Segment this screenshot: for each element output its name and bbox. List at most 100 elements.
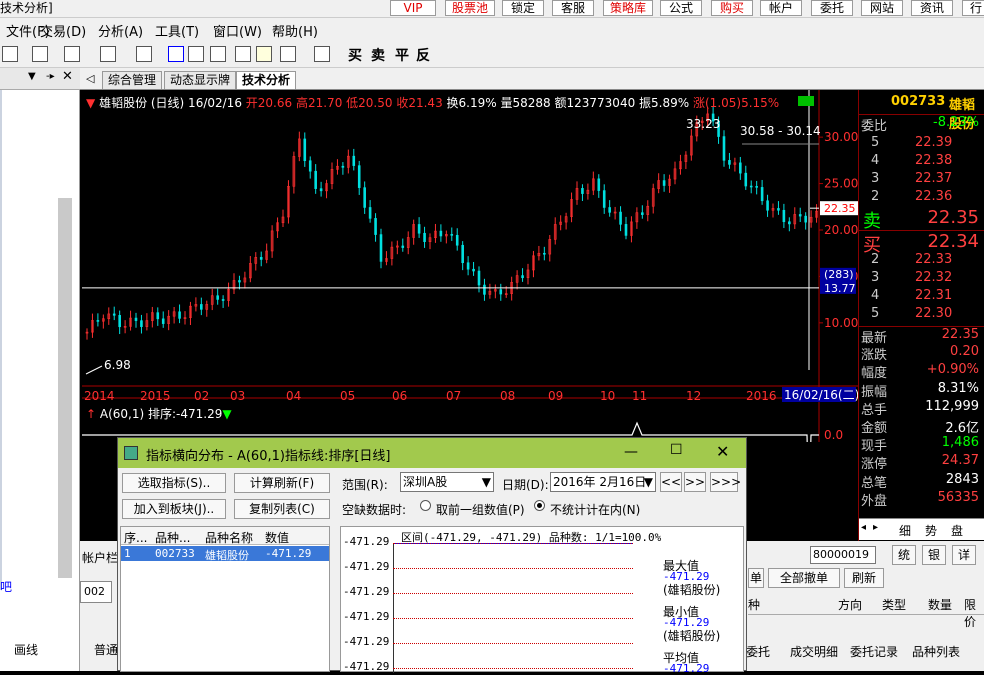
range-select[interactable]: 深圳A股 ▼ <box>400 472 494 492</box>
radio-exclude-label[interactable]: 不统计计在内(N) <box>550 501 640 518</box>
close-dialog-icon[interactable]: ✕ <box>716 442 729 461</box>
copy-icon[interactable] <box>235 46 251 62</box>
account-select[interactable]: 80000019 ▾ <box>810 546 876 577</box>
top-button-8[interactable]: 委托 <box>811 0 853 16</box>
col-code[interactable]: 品种... <box>155 529 190 546</box>
row-value: -471.29 <box>265 547 312 560</box>
quote-tab-prev-icon[interactable]: ◂ <box>861 522 866 533</box>
col-value[interactable]: 数值 <box>265 529 289 546</box>
next-page-button[interactable]: >> <box>684 472 706 492</box>
radio-prev-label[interactable]: 取前一组数值(P) <box>436 501 525 518</box>
pin-icon[interactable]: ▼ <box>28 71 36 82</box>
order-button[interactable]: 单 <box>748 568 764 588</box>
last-page-button[interactable]: >>> <box>710 472 741 492</box>
candle-body <box>728 160 731 165</box>
circle-icon[interactable] <box>136 46 152 62</box>
settings-icon[interactable] <box>314 46 330 62</box>
col-index[interactable]: 序... <box>124 529 147 546</box>
top-button-7[interactable]: 帐户 <box>760 0 802 16</box>
tab-dynamic-board[interactable]: 动态显示牌 <box>164 71 237 89</box>
rectangle-icon[interactable] <box>100 46 116 62</box>
webi-value: -8.23% <box>933 115 979 130</box>
drawline-tab[interactable]: 画线 <box>14 641 38 658</box>
left-link[interactable]: 吧 <box>0 578 12 595</box>
trade-type-tab[interactable]: 普通 <box>94 641 118 658</box>
date-picker[interactable]: 2016年 2月16日 ▼ <box>550 472 656 492</box>
sell-row: 2 22.36 <box>859 189 984 207</box>
menu-window[interactable]: 窗口(W) <box>213 21 262 40</box>
calc-refresh-button[interactable]: 计算刷新(F) <box>234 473 330 493</box>
pin2-icon[interactable]: -▸ <box>46 71 55 82</box>
bank-button[interactable]: 银 <box>922 545 946 565</box>
draw-line-icon[interactable] <box>2 46 18 62</box>
tab-overview[interactable]: 综合管理 <box>102 71 163 89</box>
left-code-field[interactable]: 002 <box>80 581 112 603</box>
menu-help[interactable]: 帮助(H) <box>272 21 318 40</box>
candle-body <box>619 211 622 225</box>
top-button-4[interactable]: 策略库 <box>603 0 653 16</box>
x-axis-label: 2015 <box>140 389 171 403</box>
radio-prev[interactable] <box>420 500 431 511</box>
fibonacci-icon[interactable] <box>32 46 48 62</box>
add-to-block-button[interactable]: 加入到板块(J).. <box>122 499 226 519</box>
top-button-10[interactable]: 资讯 <box>911 0 953 16</box>
top-button-11[interactable]: 行 <box>962 0 984 16</box>
menu-tools[interactable]: 工具(T) <box>155 21 199 40</box>
top-button-9[interactable]: 网站 <box>861 0 903 16</box>
prev-page-button[interactable]: << <box>660 472 682 492</box>
sell-label[interactable]: 卖 <box>371 45 385 65</box>
stat-row: 涨停 24.37 <box>859 453 984 472</box>
arrow-up-icon: ▼ <box>86 96 96 110</box>
sell-price: 22.38 <box>915 153 953 168</box>
buy1-row: 买 22.34 <box>859 230 984 256</box>
price-chart[interactable]: 30.0025.0020.0015.0010.0022.35(283)13.77… <box>82 90 858 442</box>
select-indicator-button[interactable]: 选取指标(S).. <box>122 473 226 493</box>
menu-trade[interactable]: 交易(D) <box>40 21 86 40</box>
candle-body <box>581 188 584 194</box>
avg-value: -471.29 <box>663 662 710 675</box>
maximize-icon[interactable]: ☐ <box>670 442 683 458</box>
buy-label[interactable]: 买 <box>348 45 362 65</box>
table-row[interactable]: 1 002733 雄韬股份 -471.29 <box>121 546 329 562</box>
grid-icon[interactable] <box>280 46 296 62</box>
window-icon[interactable] <box>256 46 272 62</box>
close-price: 收21.43 <box>396 96 443 110</box>
top-button-3[interactable]: 客服 <box>552 0 594 16</box>
top-button-5[interactable]: 公式 <box>660 0 702 16</box>
tab-scroll-left-icon[interactable]: ◁ <box>86 72 94 85</box>
tab-detail[interactable]: 细 <box>899 522 911 539</box>
radio-exclude[interactable] <box>534 500 545 511</box>
refresh-button[interactable]: 刷新 <box>844 568 884 588</box>
cancel-all-button[interactable]: 全部撤单 <box>768 568 840 588</box>
top-button-2[interactable]: 锁定 <box>502 0 544 16</box>
tab-orders[interactable]: 委托 <box>746 643 770 660</box>
close-icon[interactable]: ✕ <box>62 69 73 84</box>
top-button-1[interactable]: 股票池 <box>445 0 495 16</box>
reverse-label[interactable]: 反 <box>416 45 430 65</box>
tab-fills[interactable]: 成交明细 <box>790 643 838 660</box>
top-button-0[interactable]: VIP <box>390 0 436 16</box>
text-icon[interactable] <box>168 46 184 62</box>
close-position-label[interactable]: 平 <box>395 45 409 65</box>
menu-analysis[interactable]: 分析(A) <box>98 21 143 40</box>
tab-order-log[interactable]: 委托记录 <box>850 643 898 660</box>
tab-symbol-list[interactable]: 品种列表 <box>912 643 960 660</box>
quote-tab-next-icon[interactable]: ▸ <box>873 522 878 533</box>
tab-board[interactable]: 盘 <box>951 522 963 539</box>
copy-list-button[interactable]: 复制列表(C) <box>234 499 330 519</box>
stat-button[interactable]: 统 <box>892 545 916 565</box>
detail-button[interactable]: 详 <box>952 545 976 565</box>
left-scrollbar[interactable] <box>58 198 72 578</box>
x-axis-label: 05 <box>340 389 355 403</box>
candle-body <box>112 313 116 316</box>
delete-icon[interactable] <box>210 46 226 62</box>
image-icon[interactable] <box>188 46 204 62</box>
shape-icon[interactable] <box>64 46 80 62</box>
plot-gridline <box>393 618 633 619</box>
col-name[interactable]: 品种名称 <box>205 529 253 546</box>
plot-y-label: -471.29 <box>343 560 390 573</box>
tab-trend[interactable]: 势 <box>925 522 937 539</box>
tab-technical[interactable]: 技术分析 <box>236 71 297 89</box>
minimize-icon[interactable]: — <box>624 444 638 460</box>
top-button-6[interactable]: 购买 <box>711 0 753 16</box>
